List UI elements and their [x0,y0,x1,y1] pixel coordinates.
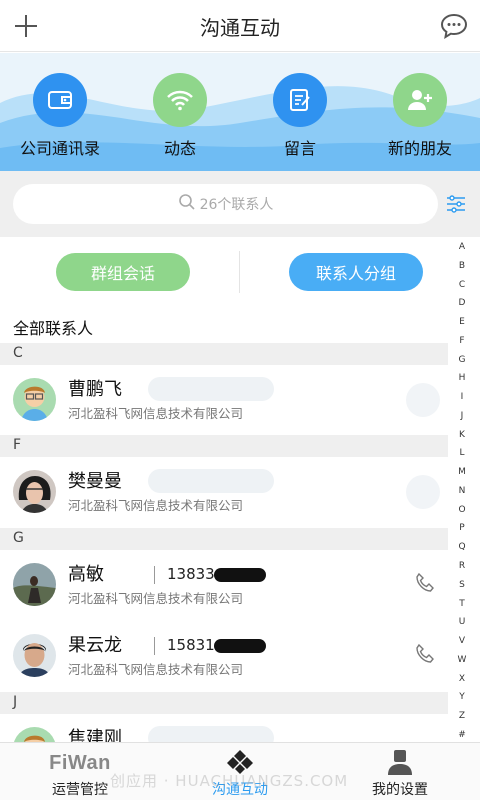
blurred-phone [148,469,274,493]
alphabet-letter[interactable]: E [459,317,465,327]
search-icon [178,193,196,215]
contact-name: 高敏 [68,564,104,585]
alphabet-letter[interactable]: V [459,636,465,646]
section-header-f: F [0,435,448,457]
contact-name: 樊曼曼 [68,471,122,492]
note-edit-icon [273,73,327,127]
quick-label: 公司通讯录 [19,139,100,158]
add-person-icon [393,73,447,127]
redacted-phone [214,639,266,653]
group-chat-button[interactable]: 群组会话 [56,253,190,291]
section-header-j: J [0,692,448,714]
alphabet-letter[interactable]: N [459,486,466,496]
contact-company: 河北盈科飞网信息技术有限公司 [68,406,244,421]
alphabet-letter[interactable]: Q [458,542,465,552]
contact-row[interactable]: 焦建刚 [0,714,448,742]
contact-company: 河北盈科飞网信息技术有限公司 [68,498,244,513]
quick-label: 留言 [283,139,316,158]
alphabet-letter[interactable]: D [459,298,466,308]
avatar [13,378,56,421]
contact-name: 果云龙 [68,635,122,656]
alphabet-letter[interactable]: F [459,336,464,346]
contact-row[interactable]: 樊曼曼 河北盈科飞网信息技术有限公司 [0,457,448,527]
alphabet-letter[interactable]: U [459,617,466,627]
filter-icon[interactable] [446,195,466,213]
alphabet-letter[interactable]: O [458,505,465,515]
alphabet-letter[interactable]: T [459,599,465,609]
contact-row[interactable]: 曹鹏飞 河北盈科飞网信息技术有限公司 [0,365,448,435]
phone-icon[interactable] [414,643,436,665]
tab-settings[interactable]: 我的设置 [340,747,460,799]
alphabet-letter[interactable]: W [458,655,467,665]
contact-phone: 15831 [167,636,215,654]
alphabet-letter[interactable]: K [459,430,465,440]
wallet-icon [33,73,87,127]
alphabet-index[interactable]: A B C D E F G H I J K L M N O P Q R S T U V W X Y Z # [448,242,476,740]
alphabet-letter[interactable]: C [459,280,465,290]
watermark: 创应用 · HUACHUANGZS.COM [110,772,349,790]
separator [154,637,155,655]
alphabet-letter[interactable]: R [459,561,465,571]
alphabet-letter[interactable]: B [459,261,465,271]
phone-icon[interactable] [414,572,436,594]
alphabet-letter[interactable]: P [459,523,464,533]
all-contacts-heading: 全部联系人 [0,307,448,343]
blurred-phone [148,377,274,401]
quick-messages[interactable]: 留言 [245,73,355,159]
alphabet-letter[interactable]: I [461,392,464,402]
divider [239,251,240,293]
avatar [13,727,56,742]
alphabet-letter[interactable]: S [459,580,465,590]
alphabet-letter[interactable]: Z [459,711,465,721]
section-header-c: C [0,343,448,365]
top-bar: 沟通互动 [0,0,480,52]
alphabet-letter[interactable]: G [459,355,466,365]
quick-activity[interactable]: 动态 [125,73,235,159]
chat-bubble-icon[interactable] [438,10,470,42]
contact-row[interactable]: 果云龙 15831 河北盈科飞网信息技术有限公司 [0,621,448,691]
search-bar-area: 26个联系人 [0,171,480,237]
alphabet-letter[interactable]: A [459,242,465,252]
alphabet-letter[interactable]: H [459,373,466,383]
tab-label: 我的设置 [372,782,428,798]
quick-new-friends[interactable]: 新的朋友 [365,73,475,159]
page-title: 沟通互动 [200,16,280,40]
alphabet-letter[interactable]: X [459,674,465,684]
alphabet-letter[interactable]: M [458,467,466,477]
avatar [13,470,56,513]
quick-company-directory[interactable]: 公司通讯录 [5,73,115,159]
avatar [13,563,56,606]
alphabet-letter[interactable]: Y [459,692,465,702]
contact-groups-button[interactable]: 联系人分组 [289,253,423,291]
alphabet-letter[interactable]: J [461,411,464,421]
alphabet-letter[interactable]: # [458,730,466,740]
blurred-action [406,475,440,509]
redacted-phone [214,568,266,582]
group-buttons-row: 群组会话 联系人分组 [0,237,448,307]
quick-label: 新的朋友 [387,139,452,158]
quick-actions-band: 公司通讯录 动态 留言 新的朋友 [0,53,480,171]
contact-name: 焦建刚 [68,728,122,742]
contact-name: 曹鹏飞 [68,379,122,400]
separator [154,566,155,584]
search-input[interactable]: 26个联系人 [13,184,438,224]
section-header-g: G [0,528,448,550]
blurred-phone [148,726,274,742]
contact-company: 河北盈科飞网信息技术有限公司 [68,591,244,606]
wifi-icon [153,73,207,127]
avatar [13,634,56,677]
contact-row[interactable]: 高敏 13833 河北盈科飞网信息技术有限公司 [0,550,448,620]
user-icon [340,747,460,775]
quick-label: 动态 [163,139,196,158]
alphabet-letter[interactable]: L [459,448,464,458]
contact-company: 河北盈科飞网信息技术有限公司 [68,662,244,677]
search-placeholder: 26个联系人 [199,197,274,213]
blurred-action [406,383,440,417]
contact-phone: 13833 [167,565,215,583]
